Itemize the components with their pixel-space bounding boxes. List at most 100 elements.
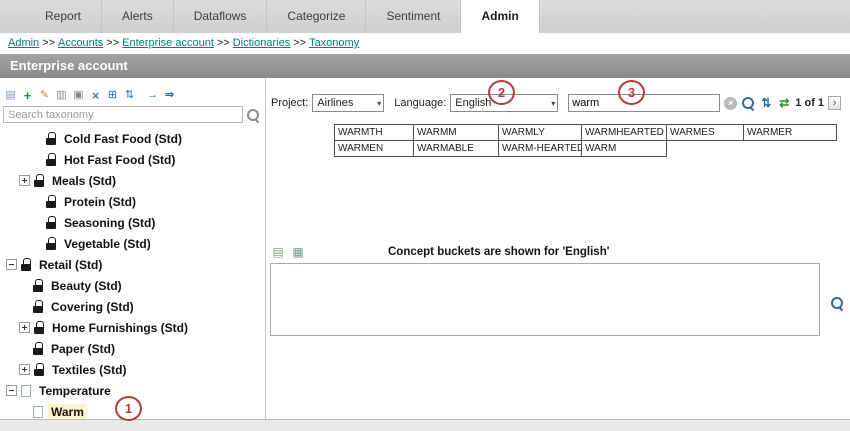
tree-item-temperature[interactable]: Temperature [0,380,265,401]
lock-icon [33,300,43,313]
refresh-icon[interactable] [777,96,791,110]
tab-categorize[interactable]: Categorize [267,0,366,33]
zoom-icon[interactable] [830,296,844,310]
lock-icon [33,279,43,292]
tree-item-cold-fast-food[interactable]: Cold Fast Food (Std) [0,128,265,149]
cut-icon[interactable] [54,88,69,103]
tree-item-textiles[interactable]: Textiles (Std) [0,359,265,380]
hierarchy-icon[interactable] [105,88,120,103]
expand-icon[interactable] [19,364,30,375]
project-select[interactable]: Airlines [312,94,384,112]
breadcrumb-link-accounts[interactable]: Accounts [58,37,103,49]
concept-bucket-textarea[interactable] [270,263,820,336]
word-cell[interactable]: WARM [581,140,667,157]
breadcrumb-link-admin[interactable]: Admin [8,37,39,49]
add-node-icon[interactable] [20,88,35,103]
tree-item-label: Paper (Std) [48,341,118,357]
tree-item-label: Beauty (Std) [48,278,125,294]
tree-item-label: Meals (Std) [49,173,119,189]
chevron-down-icon [377,99,381,108]
word-cell[interactable]: WARM-HEARTED [498,140,582,157]
project-select-value: Airlines [317,97,353,109]
lock-icon [21,258,31,271]
lock-icon [34,174,44,187]
tree-item-beauty[interactable]: Beauty (Std) [0,275,265,296]
collapse-icon[interactable] [6,259,17,270]
lock-icon [34,321,44,334]
search-icon[interactable] [741,96,755,110]
document-icon [21,385,31,397]
import-icon[interactable] [145,88,160,103]
delete-icon[interactable] [88,88,103,103]
taxonomy-tree: Cold Fast Food (Std) Hot Fast Food (Std)… [0,128,265,419]
taxonomy-search-input[interactable] [3,106,243,123]
tree-item-meals[interactable]: Meals (Std) [0,170,265,191]
taxonomy-search-row [3,106,260,123]
tree-item-warm[interactable]: Warm [0,401,265,419]
word-cell[interactable]: WARMEN [334,140,414,157]
tree-item-label: Temperature [36,383,114,399]
tree-item-hot-fast-food[interactable]: Hot Fast Food (Std) [0,149,265,170]
tree-item-paper[interactable]: Paper (Std) [0,338,265,359]
tree-item-protein[interactable]: Protein (Std) [0,191,265,212]
tree-item-label: Hot Fast Food (Std) [61,152,178,168]
word-row: WARMTH WARMM WARMLY WARMHEARTED WARMES W… [334,124,837,141]
language-select[interactable]: English [450,94,558,112]
tree-item-covering[interactable]: Covering (Std) [0,296,265,317]
save-icon[interactable] [270,244,286,260]
tree-item-home-furnishings[interactable]: Home Furnishings (Std) [0,317,265,338]
word-search-input[interactable] [568,94,720,112]
tree-item-label: Vegetable (Std) [61,236,154,252]
breadcrumb-link-dictionaries[interactable]: Dictionaries [233,37,290,49]
tree-item-seasoning[interactable]: Seasoning (Std) [0,212,265,233]
tab-dataflows[interactable]: Dataflows [174,0,268,33]
results-toolbar: Project: Airlines Language: English 1 of… [266,78,850,112]
word-cell[interactable]: WARMER [743,124,837,141]
lock-icon [46,153,56,166]
lock-icon [46,237,56,250]
word-cell[interactable]: WARMTH [334,124,414,141]
tab-report[interactable]: Report [25,0,102,33]
next-page-button[interactable] [828,96,841,110]
sort-icon[interactable] [759,96,773,110]
language-label: Language: [394,97,446,109]
lock-icon [33,342,43,355]
tree-item-vegetable[interactable]: Vegetable (Std) [0,233,265,254]
word-cell[interactable]: WARMABLE [413,140,499,157]
concept-bucket-header: Concept buckets are shown for 'English' [270,244,609,260]
word-results-table: WARMTH WARMM WARMLY WARMHEARTED WARMES W… [334,124,837,157]
tab-sentiment[interactable]: Sentiment [366,0,461,33]
grid-icon[interactable] [290,244,306,260]
pagination-label: 1 of 1 [795,97,824,109]
document-icon [33,406,43,418]
edit-node-icon[interactable] [37,88,52,103]
word-cell[interactable]: WARMM [413,124,499,141]
lock-icon [46,132,56,145]
breadcrumb-link-enterprise-account[interactable]: Enterprise account [122,37,214,49]
copy-icon[interactable] [71,88,86,103]
word-cell[interactable]: WARMES [666,124,744,141]
taxonomy-panel: Cold Fast Food (Std) Hot Fast Food (Std)… [0,78,266,419]
breadcrumb-link-taxonomy[interactable]: Taxonomy [309,37,359,49]
word-cell[interactable]: WARMHEARTED [581,124,667,141]
app-window: Report Alerts Dataflows Categorize Senti… [0,0,850,431]
clear-search-icon[interactable] [724,97,737,110]
expand-icon[interactable] [19,322,30,333]
tree-item-label: Home Furnishings (Std) [49,320,191,336]
word-cell[interactable]: WARMLY [498,124,582,141]
tree-item-retail[interactable]: Retail (Std) [0,254,265,275]
breadcrumb-separator: >> [293,37,306,49]
lock-icon [46,216,56,229]
export-icon[interactable] [162,88,177,103]
new-node-icon[interactable] [3,88,18,103]
search-icon[interactable] [246,108,260,122]
tab-admin[interactable]: Admin [461,0,539,33]
tab-alerts[interactable]: Alerts [102,0,174,33]
word-row: WARMEN WARMABLE WARM-HEARTED WARM [334,140,837,157]
language-select-value: English [455,97,491,109]
collapse-icon[interactable] [6,385,17,396]
expand-icon[interactable] [19,175,30,186]
move-icon[interactable] [122,88,137,103]
chevron-down-icon [551,99,555,108]
concept-bucket-caption: Concept buckets are shown for 'English' [388,246,609,258]
